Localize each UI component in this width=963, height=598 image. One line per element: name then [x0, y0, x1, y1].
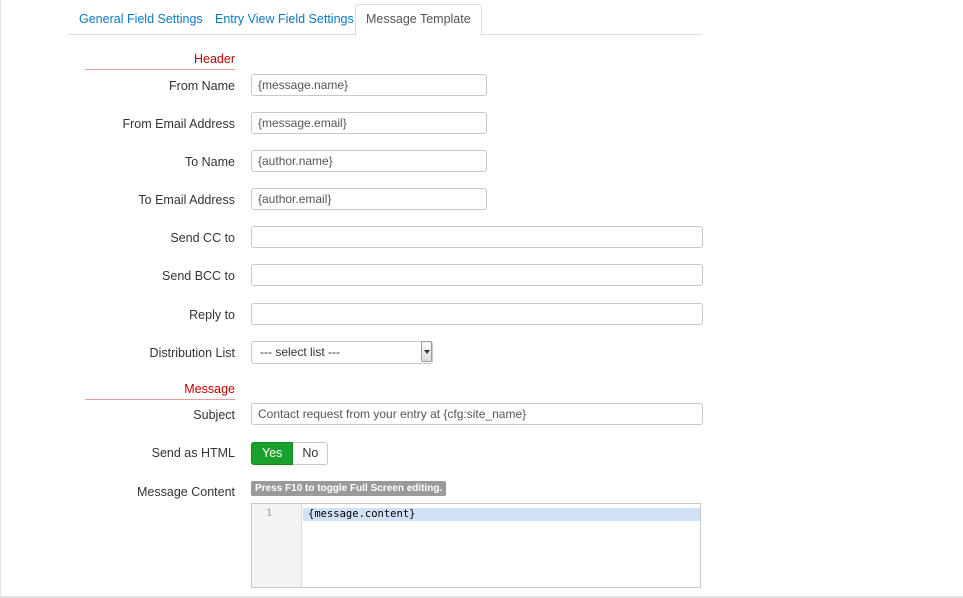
from-name-input[interactable]: {message.name}	[251, 74, 487, 96]
send-cc-label: Send CC to	[170, 231, 235, 245]
header-section-label: Header	[194, 52, 235, 66]
subject-input[interactable]: Contact request from your entry at {cfg:…	[251, 403, 703, 425]
to-email-label: To Email Address	[138, 193, 235, 207]
from-email-label: From Email Address	[122, 117, 235, 131]
chevron-down-icon[interactable]	[421, 341, 432, 362]
fullscreen-hint-badge: Press F10 to toggle Full Screen editing.	[251, 481, 447, 496]
header-section-title: Header	[85, 52, 235, 70]
send-bcc-label: Send BCC to	[162, 269, 235, 283]
to-name-label: To Name	[184, 155, 235, 169]
distribution-list-select[interactable]: --- select list ---	[251, 341, 433, 364]
tab-general-field-settings[interactable]: General Field Settings	[68, 4, 214, 34]
reply-to-input[interactable]	[251, 303, 703, 325]
message-content-editor[interactable]: 1 {message.content}	[251, 503, 701, 588]
to-name-input[interactable]: {author.name}	[251, 150, 487, 172]
distribution-list-label: Distribution List	[149, 346, 235, 360]
reply-to-label: Reply to	[189, 308, 235, 322]
editor-gutter: 1	[252, 504, 302, 587]
settings-tabs: General Field Settings Entry View Field …	[68, 4, 702, 36]
tab-message-template[interactable]: Message Template	[355, 4, 482, 36]
code-text: {message.content}	[308, 508, 416, 520]
from-name-label: From Name	[169, 79, 235, 93]
send-as-html-no-button[interactable]: No	[293, 442, 329, 465]
from-email-input[interactable]: {message.email}	[251, 112, 487, 134]
send-cc-input[interactable]	[251, 226, 703, 248]
send-as-html-label: Send as HTML	[151, 446, 235, 460]
subject-label: Subject	[193, 408, 235, 422]
message-content-label: Message Content	[137, 485, 235, 499]
message-section-title: Message	[85, 382, 235, 400]
send-as-html-yes-button[interactable]: Yes	[251, 442, 294, 465]
message-section-label: Message	[184, 382, 235, 396]
to-email-input[interactable]: {author.email}	[251, 188, 487, 210]
distribution-list-selected: --- select list ---	[260, 345, 340, 359]
line-number: 1	[266, 508, 272, 519]
active-code-line[interactable]: {message.content}	[303, 508, 700, 521]
tab-entry-view-field-settings[interactable]: Entry View Field Settings	[204, 4, 365, 34]
send-bcc-input[interactable]	[251, 264, 703, 286]
send-as-html-toggle: Yes No	[251, 442, 329, 465]
